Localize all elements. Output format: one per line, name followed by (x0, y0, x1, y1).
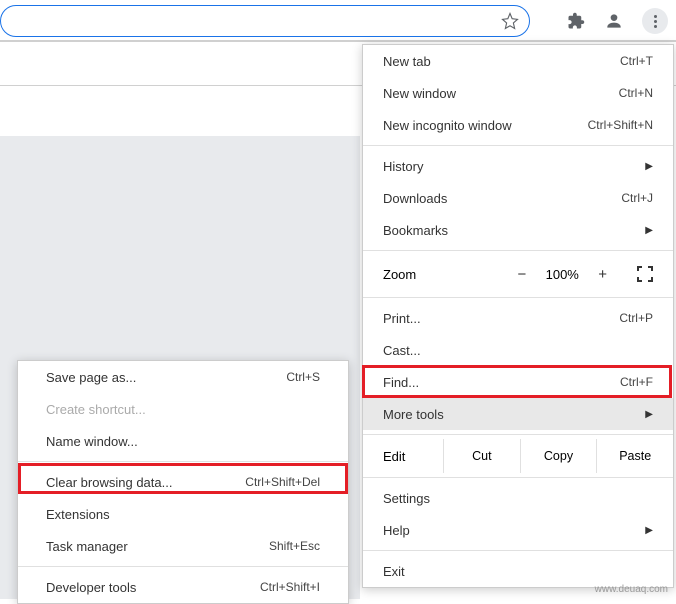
submenu-label: Name window... (46, 434, 320, 449)
menu-more-tools[interactable]: More tools ▶ (363, 398, 673, 430)
menu-separator (18, 461, 348, 462)
chevron-right-icon: ▶ (645, 225, 653, 236)
menu-separator (363, 297, 673, 298)
zoom-percent: 100% (544, 267, 580, 282)
submenu-extensions[interactable]: Extensions (18, 498, 348, 530)
menu-label: Help (383, 523, 645, 538)
menu-label: New tab (383, 54, 620, 69)
menu-label: Bookmarks (383, 223, 645, 238)
menu-zoom: Zoom − 100% + (363, 255, 673, 293)
submenu-clear-browsing-data[interactable]: Clear browsing data... Ctrl+Shift+Del (18, 466, 348, 498)
browser-toolbar (0, 0, 676, 42)
cut-button[interactable]: Cut (443, 439, 520, 473)
zoom-in-button[interactable]: + (598, 266, 607, 283)
submenu-shortcut: Ctrl+S (286, 370, 320, 384)
submenu-developer-tools[interactable]: Developer tools Ctrl+Shift+I (18, 571, 348, 603)
menu-new-window[interactable]: New window Ctrl+N (363, 77, 673, 109)
menu-cast[interactable]: Cast... (363, 334, 673, 366)
menu-shortcut: Ctrl+T (620, 54, 653, 68)
submenu-label: Clear browsing data... (46, 475, 245, 490)
submenu-label: Create shortcut... (46, 402, 320, 417)
menu-help[interactable]: Help ▶ (363, 514, 673, 546)
chevron-right-icon: ▶ (645, 409, 653, 420)
menu-label: History (383, 159, 645, 174)
menu-separator (363, 250, 673, 251)
copy-button[interactable]: Copy (520, 439, 597, 473)
menu-label: Downloads (383, 191, 621, 206)
menu-exit[interactable]: Exit (363, 555, 673, 587)
edit-label: Edit (383, 449, 443, 464)
submenu-save-page[interactable]: Save page as... Ctrl+S (18, 361, 348, 393)
menu-separator (363, 434, 673, 435)
chevron-right-icon: ▶ (645, 161, 653, 172)
chrome-main-menu: New tab Ctrl+T New window Ctrl+N New inc… (362, 44, 674, 588)
menu-print[interactable]: Print... Ctrl+P (363, 302, 673, 334)
menu-label: Find... (383, 375, 620, 390)
menu-shortcut: Ctrl+P (619, 311, 653, 325)
submenu-label: Developer tools (46, 580, 260, 595)
menu-settings[interactable]: Settings (363, 482, 673, 514)
menu-shortcut: Ctrl+N (619, 86, 653, 100)
menu-label: Exit (383, 564, 653, 579)
more-vert-icon[interactable] (642, 8, 668, 34)
profile-icon[interactable] (604, 11, 624, 31)
menu-label: Print... (383, 311, 619, 326)
bookmark-star-icon[interactable] (501, 12, 519, 30)
menu-separator (18, 566, 348, 567)
submenu-create-shortcut: Create shortcut... (18, 393, 348, 425)
submenu-shortcut: Ctrl+Shift+Del (245, 475, 320, 489)
submenu-label: Task manager (46, 539, 269, 554)
menu-label: New window (383, 86, 619, 101)
menu-new-incognito[interactable]: New incognito window Ctrl+Shift+N (363, 109, 673, 141)
submenu-label: Save page as... (46, 370, 286, 385)
menu-label: New incognito window (383, 118, 588, 133)
menu-shortcut: Ctrl+F (620, 375, 653, 389)
menu-label: Settings (383, 491, 653, 506)
submenu-task-manager[interactable]: Task manager Shift+Esc (18, 530, 348, 562)
chevron-right-icon: ▶ (645, 525, 653, 536)
extensions-icon[interactable] (566, 11, 586, 31)
menu-bookmarks[interactable]: Bookmarks ▶ (363, 214, 673, 246)
fullscreen-icon[interactable] (637, 266, 653, 282)
menu-find[interactable]: Find... Ctrl+F (363, 366, 673, 398)
more-tools-submenu: Save page as... Ctrl+S Create shortcut..… (17, 360, 349, 604)
menu-shortcut: Ctrl+Shift+N (588, 118, 653, 132)
menu-shortcut: Ctrl+J (621, 191, 653, 205)
menu-separator (363, 550, 673, 551)
zoom-out-button[interactable]: − (517, 266, 526, 283)
menu-history[interactable]: History ▶ (363, 150, 673, 182)
submenu-name-window[interactable]: Name window... (18, 425, 348, 457)
submenu-shortcut: Shift+Esc (269, 539, 320, 553)
menu-separator (363, 477, 673, 478)
menu-label: More tools (383, 407, 645, 422)
menu-new-tab[interactable]: New tab Ctrl+T (363, 45, 673, 77)
watermark: www.deuaq.com (595, 584, 668, 595)
paste-button[interactable]: Paste (596, 439, 673, 473)
submenu-label: Extensions (46, 507, 320, 522)
zoom-label: Zoom (383, 267, 517, 282)
menu-label: Cast... (383, 343, 653, 358)
menu-edit-row: Edit Cut Copy Paste (363, 439, 673, 473)
menu-downloads[interactable]: Downloads Ctrl+J (363, 182, 673, 214)
menu-separator (363, 145, 673, 146)
address-bar[interactable] (0, 5, 530, 37)
submenu-shortcut: Ctrl+Shift+I (260, 580, 320, 594)
